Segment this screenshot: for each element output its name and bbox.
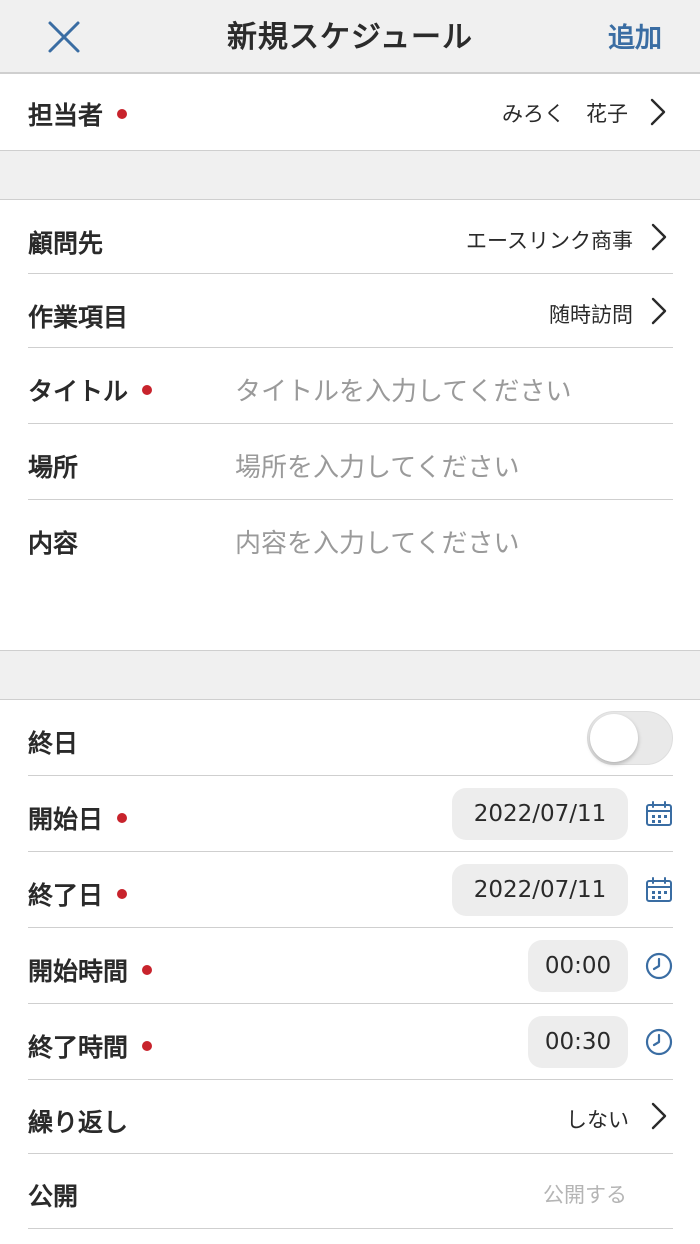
start-date-field[interactable]: 2022/07/11 (452, 788, 628, 840)
client-value: エースリンク商事 (466, 229, 633, 253)
toggle-knob (590, 714, 638, 762)
location-row: 場所 場所を入力してください (28, 424, 673, 500)
repeat-label: 繰り返し (28, 1108, 129, 1137)
end-time-label: 終了時間 (28, 1028, 153, 1064)
content-row: 内容 内容を入力してください (0, 500, 700, 650)
client-row[interactable]: 顧問先 エースリンク商事 (28, 200, 673, 274)
public-value: 公開する (543, 1183, 627, 1207)
public-row[interactable]: 公開 公開する (28, 1154, 673, 1229)
page-title: 新規スケジュール (227, 20, 473, 55)
assignee-label: 担当者 (28, 96, 128, 132)
chevron-right-icon (651, 297, 667, 325)
end-date-field[interactable]: 2022/07/11 (452, 864, 628, 916)
start-time-row: 開始時間 00:00 (28, 928, 673, 1004)
location-input[interactable]: 場所を入力してください (235, 447, 519, 484)
repeat-row[interactable]: 繰り返し しない (28, 1080, 673, 1154)
end-time-field[interactable]: 00:30 (528, 1016, 628, 1068)
content-label: 内容 (28, 529, 79, 558)
clock-icon[interactable] (645, 1028, 673, 1056)
chevron-right-icon (651, 1102, 667, 1130)
clock-icon[interactable] (645, 952, 673, 980)
repeat-value: しない (566, 1108, 629, 1132)
public-label: 公開 (28, 1182, 79, 1211)
work-item-row[interactable]: 作業項目 随時訪問 (28, 274, 673, 348)
calendar-icon[interactable] (645, 876, 673, 904)
start-time-field[interactable]: 00:00 (528, 940, 628, 992)
required-dot (142, 1041, 153, 1051)
required-dot (142, 385, 153, 395)
work-item-label: 作業項目 (28, 303, 129, 332)
start-time-label: 開始時間 (28, 952, 153, 988)
title-input[interactable]: タイトルを入力してください (235, 371, 571, 408)
section-separator (0, 650, 700, 700)
start-date-label: 開始日 (28, 800, 128, 836)
calendar-icon[interactable] (645, 800, 673, 828)
assignee-value: みろく 花子 (502, 102, 628, 126)
client-label: 顧問先 (28, 229, 104, 258)
all-day-label: 終日 (28, 729, 79, 758)
location-label: 場所 (28, 453, 79, 482)
chevron-right-icon (650, 98, 666, 126)
required-dot (142, 965, 153, 975)
required-dot (117, 889, 128, 899)
end-date-row: 終了日 2022/07/11 (28, 852, 673, 928)
start-date-row: 開始日 2022/07/11 (28, 776, 673, 852)
content-textarea[interactable]: 内容を入力してください (235, 523, 519, 560)
all-day-toggle[interactable] (587, 711, 673, 765)
required-dot (117, 813, 128, 823)
assignee-row[interactable]: 担当者 みろく 花子 (0, 74, 700, 151)
required-dot (117, 109, 128, 119)
end-time-row: 終了時間 00:30 (28, 1004, 673, 1080)
title-label: タイトル (28, 372, 153, 408)
all-day-row: 終日 (28, 700, 673, 776)
add-button[interactable]: 追加 (608, 0, 662, 74)
nav-header: 新規スケジュール 追加 (0, 0, 700, 74)
chevron-right-icon (651, 223, 667, 251)
end-date-label: 終了日 (28, 876, 128, 912)
close-icon[interactable] (44, 17, 84, 57)
section-separator (0, 151, 700, 200)
work-item-value: 随時訪問 (549, 303, 633, 327)
title-row: タイトル タイトルを入力してください (28, 348, 673, 424)
